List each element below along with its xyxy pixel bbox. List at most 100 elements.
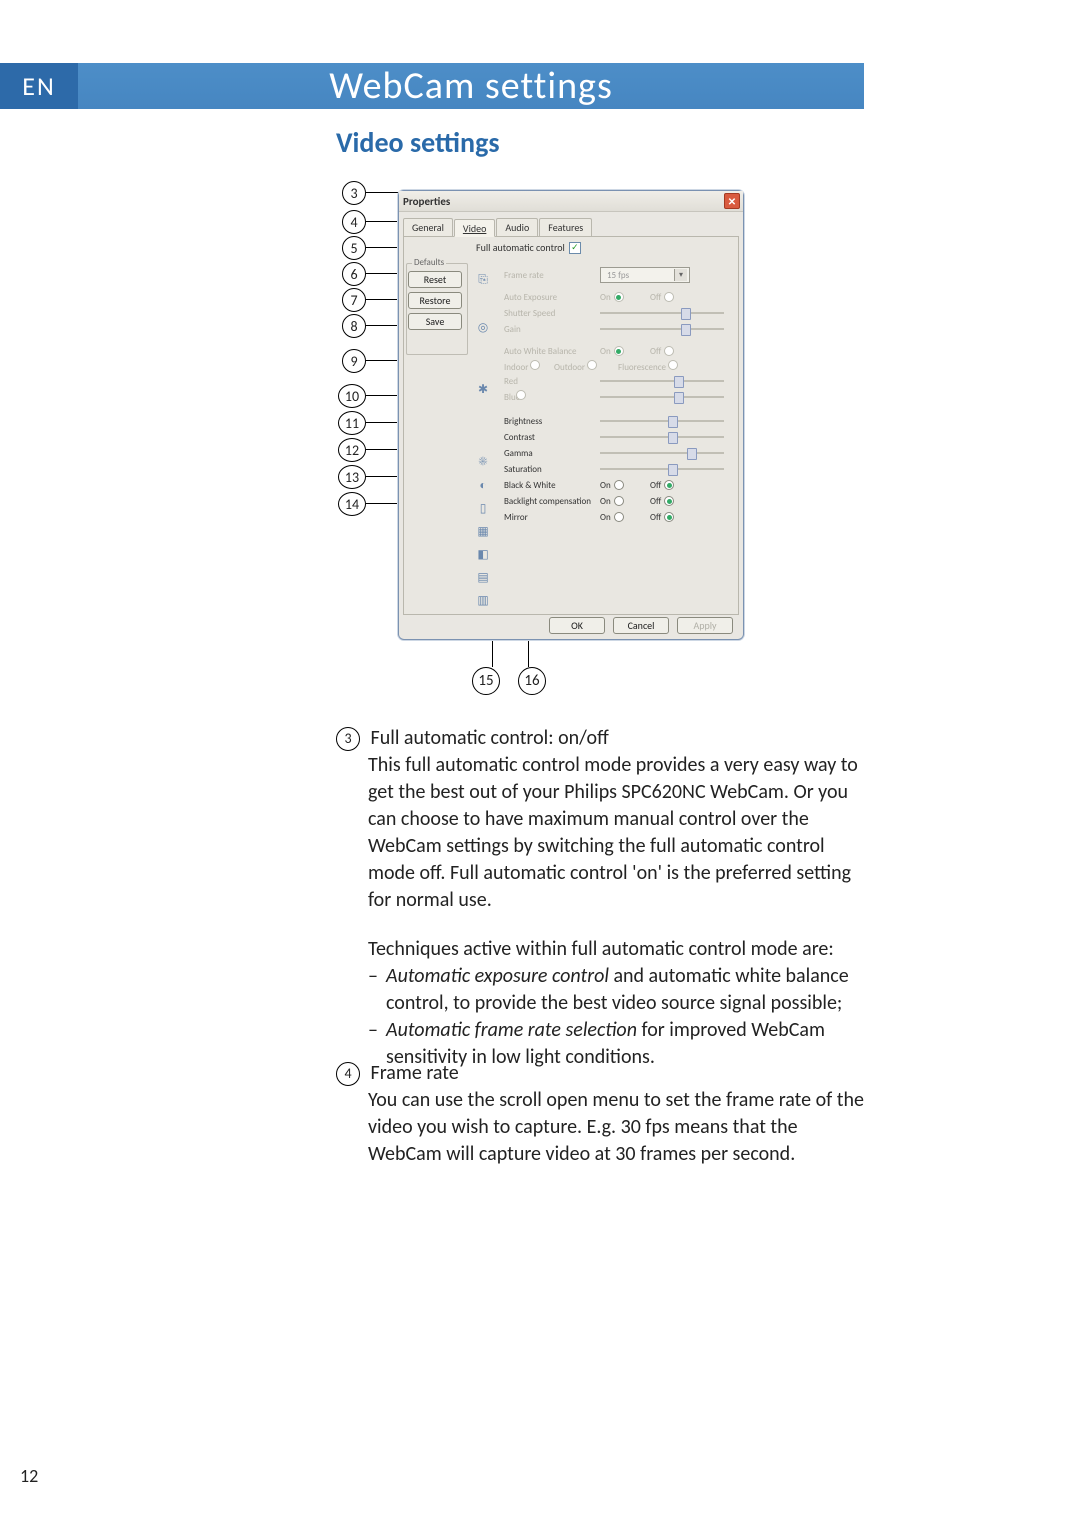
auto-wb-off-radio[interactable]: [664, 346, 674, 356]
callout-14: 14: [338, 492, 366, 516]
tab-audio[interactable]: Audio: [496, 218, 538, 236]
callout-11: 11: [338, 411, 366, 435]
frame-rate-icon: ⎘: [476, 273, 490, 287]
blue-slider[interactable]: [600, 393, 724, 401]
cancel-button[interactable]: Cancel: [613, 617, 669, 634]
bw-label: Black & White: [504, 480, 600, 491]
saturation-slider[interactable]: [600, 465, 724, 473]
save-button[interactable]: Save: [408, 313, 462, 330]
backlight-label: Backlight compensation: [504, 496, 600, 507]
gamma-label: Gamma: [504, 448, 600, 459]
gain-slider[interactable]: [600, 325, 724, 333]
bw-off-radio[interactable]: [664, 480, 674, 490]
contrast-label: Contrast: [504, 432, 600, 443]
tab-features[interactable]: Features: [539, 218, 592, 236]
outdoor-label: Outdoor: [554, 360, 618, 373]
frame-rate-value: 15 fps: [607, 270, 629, 281]
indoor-label: Indoor: [504, 360, 554, 373]
tab-video[interactable]: Video: [454, 219, 495, 237]
callout-10: 10: [338, 384, 366, 408]
tab-strip: General Video Audio Features: [403, 218, 739, 237]
contrast-icon: ◐: [476, 478, 490, 492]
callout-13: 13: [338, 465, 366, 489]
screenshot-area: 3 4 5 6 7 8 9 10 11 12 13 14 15 16: [332, 175, 772, 705]
auto-exposure-label: Auto Exposure: [504, 292, 600, 303]
saturation-icon: ▦: [476, 524, 490, 538]
callout-5: 5: [342, 236, 366, 260]
auto-wb-on-radio[interactable]: [614, 346, 624, 356]
red-label: Red: [504, 376, 600, 387]
mirror-on-radio[interactable]: [614, 512, 624, 522]
properties-window: Properties ✕ General Video Audio Feature…: [398, 190, 744, 640]
brightness-icon: ☀: [476, 455, 490, 469]
callout-9: 9: [342, 349, 366, 373]
exposure-icon: ◎: [476, 320, 490, 334]
restore-button[interactable]: Restore: [408, 292, 462, 309]
auto-wb-label: Auto White Balance: [504, 346, 600, 357]
item-4-p1: You can use the scroll open menu to set …: [368, 1087, 866, 1168]
callout-12: 12: [338, 438, 366, 462]
shutter-speed-slider[interactable]: [600, 309, 724, 317]
mirror-icon: ▥: [476, 593, 490, 607]
item-3-p2: Techniques active within full automatic …: [368, 936, 866, 963]
frame-rate-dropdown[interactable]: 15 fps ▾: [600, 267, 690, 283]
callout-7: 7: [342, 288, 366, 312]
backlight-off-radio[interactable]: [664, 496, 674, 506]
red-slider[interactable]: [600, 377, 724, 385]
fluorescence-radio[interactable]: [668, 360, 678, 370]
callout-4: 4: [342, 210, 366, 234]
tab-general[interactable]: General: [403, 218, 453, 236]
outdoor-radio[interactable]: [587, 360, 597, 370]
gain-label: Gain: [504, 324, 600, 335]
white-balance-icon: ✱: [476, 382, 490, 396]
bw-on-radio[interactable]: [614, 480, 624, 490]
shutter-speed-label: Shutter Speed: [504, 308, 600, 319]
callout-16: 16: [518, 667, 546, 695]
callout-6: 6: [342, 262, 366, 286]
window-title: Properties: [403, 195, 450, 208]
close-icon[interactable]: ✕: [724, 193, 740, 209]
brightness-label: Brightness: [504, 416, 600, 427]
red-radio[interactable]: [516, 390, 526, 400]
callout-15: 15: [472, 667, 500, 695]
saturation-label: Saturation: [504, 464, 600, 475]
item-number-3: 3: [336, 727, 360, 751]
page-number: 12: [20, 1465, 38, 1487]
item-3-head: Full automatic control: on/off: [371, 726, 609, 750]
section-title: Video settings: [336, 125, 500, 160]
reset-button[interactable]: Reset: [408, 271, 462, 288]
fluorescence-label: Fluorescence: [618, 360, 678, 373]
indoor-radio[interactable]: [530, 360, 540, 370]
bullet-dash: –: [368, 963, 386, 1017]
full-automatic-control-label: Full automatic control: [476, 241, 565, 254]
chapter-title: WebCam settings: [78, 63, 864, 109]
apply-button[interactable]: Apply: [677, 617, 733, 634]
mirror-off-radio[interactable]: [664, 512, 674, 522]
gamma-slider[interactable]: [600, 449, 724, 457]
backlight-icon: ▤: [476, 570, 490, 584]
gamma-icon: ▯: [476, 501, 490, 515]
backlight-on-radio[interactable]: [614, 496, 624, 506]
item-3-p1: This full automatic control mode provide…: [368, 752, 866, 914]
bw-icon: ◧: [476, 547, 490, 561]
frame-rate-label: Frame rate: [504, 270, 600, 281]
item-4-head: Frame rate: [371, 1061, 459, 1085]
ok-button[interactable]: OK: [549, 617, 605, 634]
chevron-down-icon: ▾: [674, 269, 687, 281]
item-number-4: 4: [336, 1062, 360, 1086]
callout-8: 8: [342, 314, 366, 338]
item-3: 3 Full automatic control: on/off This fu…: [336, 725, 866, 1071]
video-panel: Full automatic control ✓ Defaults Reset …: [403, 237, 739, 615]
contrast-slider[interactable]: [600, 433, 724, 441]
full-automatic-control-checkbox[interactable]: ✓: [569, 242, 581, 254]
callout-3: 3: [342, 181, 366, 205]
defaults-group-label: Defaults: [412, 257, 446, 268]
auto-exposure-on-radio[interactable]: [614, 292, 624, 302]
window-titlebar: Properties ✕: [399, 191, 743, 212]
auto-exposure-off-radio[interactable]: [664, 292, 674, 302]
brightness-slider[interactable]: [600, 417, 724, 425]
item-3-li1: Automatic exposure control and automatic…: [386, 963, 866, 1017]
icon-column: ⎘ ◎ ✱ ☀ ◐ ▯ ▦ ◧ ▤ ▥: [474, 273, 492, 607]
item-4: 4 Frame rate You can use the scroll open…: [336, 1060, 866, 1168]
language-tab: EN: [0, 63, 78, 109]
